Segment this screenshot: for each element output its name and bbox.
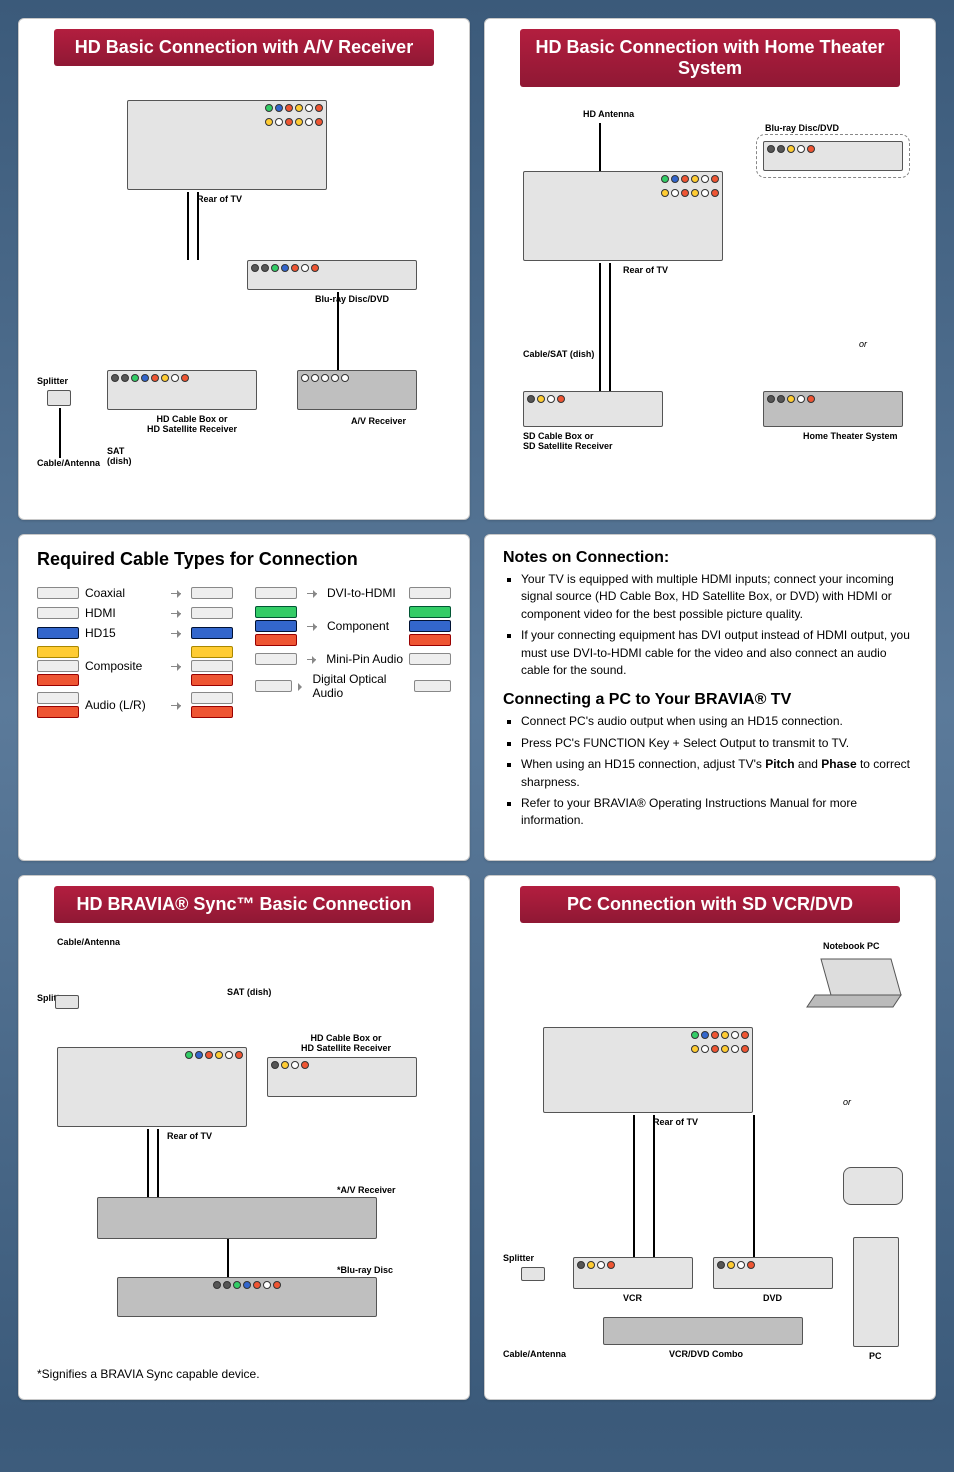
label-rear-of-tv: Rear of TV <box>167 1131 212 1141</box>
note-item: Connect PC's audio output when using an … <box>521 713 917 730</box>
label-notebook: Notebook PC <box>823 941 880 951</box>
note-item: Your TV is equipped with multiple HDMI i… <box>521 571 917 623</box>
device-hts <box>763 391 903 427</box>
device-sd-box <box>523 391 663 427</box>
diagram-avr: Rear of TV Blu-ray Disc/DVD HD Cable Box… <box>37 80 451 480</box>
label-rear-of-tv: Rear of TV <box>197 194 242 204</box>
label-sat-dish: SAT (dish) <box>227 987 271 997</box>
note-item: If your connecting equipment has DVI out… <box>521 627 917 679</box>
card-notes: Notes on Connection: Your TV is equipped… <box>484 534 936 861</box>
pc-notes-list: Connect PC's audio output when using an … <box>503 713 917 829</box>
note-item: Refer to your BRAVIA® Operating Instruct… <box>521 795 917 830</box>
device-gamepad <box>843 1167 903 1205</box>
device-avr <box>97 1197 377 1239</box>
footnote-sync: *Signifies a BRAVIA Sync capable device. <box>37 1367 451 1381</box>
cable-composite: Composite <box>37 646 233 686</box>
title-bar: HD Basic Connection with Home Theater Sy… <box>520 29 901 87</box>
label-rear-of-tv: Rear of TV <box>653 1117 698 1127</box>
device-hd-box <box>267 1057 417 1097</box>
label-rear-of-tv: Rear of TV <box>623 265 668 275</box>
device-bluray <box>117 1277 377 1317</box>
label-bluray: Blu-ray Disc/DVD <box>315 294 389 304</box>
device-avr <box>297 370 417 410</box>
note-item: Press PC's FUNCTION Key + Select Output … <box>521 735 917 752</box>
label-vcr: VCR <box>623 1293 642 1303</box>
label-splitter: Splitter <box>503 1253 534 1263</box>
cable-minipin: Mini-Pin Audio <box>255 652 451 666</box>
label-pc: PC <box>869 1351 882 1361</box>
cable-hdmi: HDMI <box>37 606 233 620</box>
label-hd-box: HD Cable Box or HD Satellite Receiver <box>147 414 237 434</box>
heading-notes: Notes on Connection: <box>503 549 917 567</box>
cable-optical: Digital Optical Audio <box>255 672 451 700</box>
notebook-icon <box>803 955 903 1011</box>
label-avr: A/V Receiver <box>351 416 406 426</box>
label-splitter: Splitter <box>37 376 68 386</box>
device-splitter <box>521 1267 545 1281</box>
card-pc-vcr: PC Connection with SD VCR/DVD Notebook P… <box>484 875 936 1400</box>
label-combo: VCR/DVD Combo <box>669 1349 743 1359</box>
label-avr: *A/V Receiver <box>337 1185 396 1195</box>
label-hd-antenna: HD Antenna <box>583 109 634 119</box>
device-rear-of-tv <box>543 1027 753 1113</box>
device-pc <box>853 1237 899 1347</box>
device-rear-of-tv <box>523 171 723 261</box>
label-cable-sat: Cable/SAT (dish) <box>523 349 594 359</box>
card-hts: HD Basic Connection with Home Theater Sy… <box>484 18 936 520</box>
cable-coaxial: Coaxial <box>37 586 233 600</box>
device-bluray <box>247 260 417 290</box>
device-vcr <box>573 1257 693 1289</box>
cable-col-left: Coaxial HDMI HD15 Composite Audio (L/R) <box>37 580 233 724</box>
diagram-hts: HD Antenna Rear of TV Blu-ray Disc/DVD C… <box>503 101 917 501</box>
label-sat-dish: SAT (dish) <box>107 446 132 466</box>
label-bluray: Blu-ray Disc/DVD <box>765 123 839 133</box>
cable-dvi-hdmi: DVI-to-HDMI <box>255 586 451 600</box>
title-bar: HD Basic Connection with A/V Receiver <box>54 29 435 66</box>
device-rear-of-tv <box>127 100 327 190</box>
card-cables: Required Cable Types for Connection Coax… <box>18 534 470 861</box>
diagram-pc: Notebook PC Rear of TV or VCR <box>503 937 917 1377</box>
cable-audio-lr: Audio (L/R) <box>37 692 233 718</box>
device-splitter <box>55 995 79 1009</box>
label-bluray: *Blu-ray Disc <box>337 1265 393 1275</box>
title-bar: HD BRAVIA® Sync™ Basic Connection <box>54 886 435 923</box>
label-cable-antenna: Cable/Antenna <box>57 937 120 947</box>
device-dvd <box>713 1257 833 1289</box>
cable-col-right: DVI-to-HDMI Component Mini-Pin Audio Dig… <box>255 580 451 724</box>
cable-component: Component <box>255 606 451 646</box>
heading-pc: Connecting a PC to Your BRAVIA® TV <box>503 691 917 709</box>
title-bar: PC Connection with SD VCR/DVD <box>520 886 901 923</box>
card-avr: HD Basic Connection with A/V Receiver Re… <box>18 18 470 520</box>
label-or: or <box>843 1097 851 1107</box>
label-sd-box: SD Cable Box or SD Satellite Receiver <box>523 431 613 451</box>
note-item: When using an HD15 connection, adjust TV… <box>521 756 917 791</box>
device-combo <box>603 1317 803 1345</box>
label-cable-antenna: Cable/Antenna <box>37 458 100 468</box>
card-bravia-sync: HD BRAVIA® Sync™ Basic Connection Cable/… <box>18 875 470 1400</box>
device-splitter <box>47 390 71 406</box>
cable-hd15: HD15 <box>37 626 233 640</box>
label-cable-antenna: Cable/Antenna <box>503 1349 566 1359</box>
label-or: or <box>859 339 867 349</box>
heading-cables: Required Cable Types for Connection <box>37 549 451 570</box>
label-hts: Home Theater System <box>803 431 898 441</box>
diagram-sync: Cable/Antenna Splitter SAT (dish) Rear o… <box>37 937 451 1357</box>
device-rear-of-tv <box>57 1047 247 1127</box>
notes-list: Your TV is equipped with multiple HDMI i… <box>503 571 917 679</box>
device-bluray <box>763 141 903 171</box>
label-dvd: DVD <box>763 1293 782 1303</box>
device-hd-box <box>107 370 257 410</box>
label-hd-box: HD Cable Box or HD Satellite Receiver <box>301 1033 391 1053</box>
